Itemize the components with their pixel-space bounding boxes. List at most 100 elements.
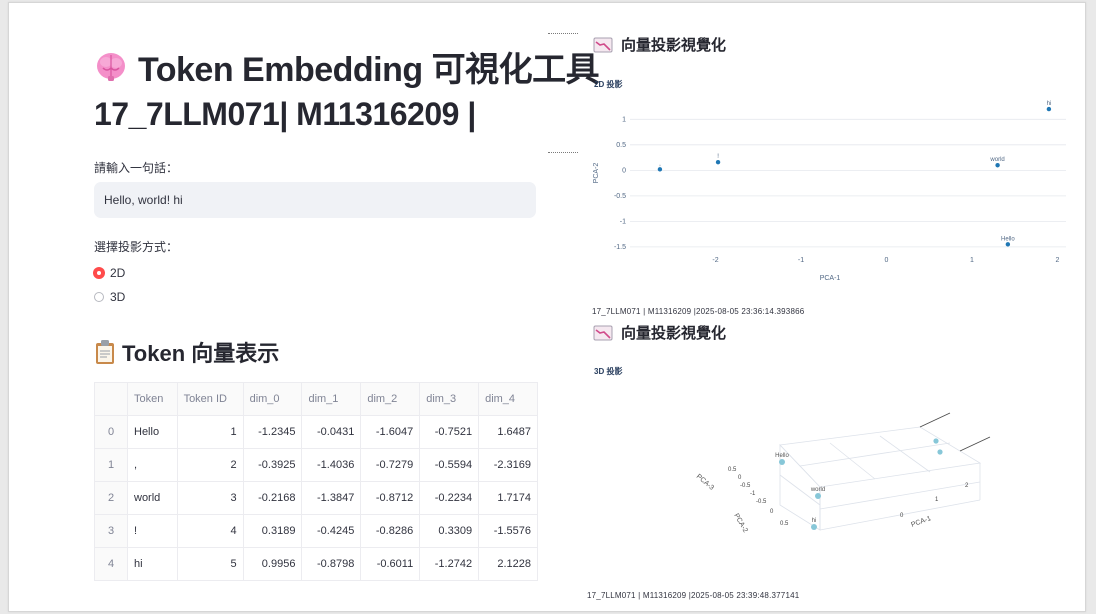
cell-dim1: -0.4245 (301, 514, 362, 548)
col-header-dim0[interactable]: dim_0 (242, 382, 303, 416)
x-tick-label: 2 (1055, 257, 1059, 264)
viz2-header: 向量投影視覺化 (593, 322, 726, 343)
cell-dim2: -0.8286 (360, 514, 421, 548)
cell-token: , (127, 448, 178, 482)
x-axis-label: PCA-1 (820, 275, 841, 282)
cell-token: world (127, 481, 178, 515)
chart-title-3d: 3D 投影 (594, 367, 623, 376)
cell-dim1: -0.8798 (301, 547, 362, 581)
tick-label: 0.5 (780, 521, 789, 527)
col-header-dim4[interactable]: dim_4 (478, 382, 538, 416)
cell-token-id: 2 (176, 448, 244, 482)
cell-dim2: -1.6047 (360, 415, 421, 449)
data-point (657, 167, 663, 172)
cell-token: Hello (127, 415, 178, 449)
x-tick-label: 0 (885, 257, 889, 264)
cell-dim0: -0.3925 (242, 448, 303, 482)
col-header-dim3[interactable]: dim_3 (419, 382, 480, 416)
3d-tick-labels: 0.5 0 -0.5 -1 -0.5 0 0.5 0 1 2 (728, 467, 969, 527)
table-row: 4 hi 5 0.9956 -0.8798 -0.6011 -1.2742 2.… (94, 547, 538, 581)
cell-dim0: -1.2345 (242, 415, 303, 449)
cell-dim3: -1.2742 (419, 547, 480, 581)
y-tick-label: 1 (622, 116, 626, 123)
col-header-dim2[interactable]: dim_2 (360, 382, 421, 416)
table-row: 3 ! 4 0.3189 -0.4245 -0.8286 0.3309 -1.5… (94, 514, 538, 548)
col-header-token-id[interactable]: Token ID (176, 382, 244, 416)
radio-selected-indicator[interactable] (94, 268, 104, 278)
column-divider-dots (548, 152, 578, 153)
tick-label: -0.5 (756, 499, 767, 505)
x-tick-label: 1 (970, 257, 974, 264)
y-tick-label: 0.5 (616, 142, 626, 149)
3d-axes (919, 412, 991, 452)
chart-icon (593, 37, 613, 52)
table-section-title: Token 向量表示 (122, 341, 280, 366)
cell-dim2: -0.8712 (360, 481, 421, 515)
cell-dim3: -0.5594 (419, 448, 480, 482)
y-tick-label: 0 (622, 167, 626, 174)
col-header-index[interactable] (94, 382, 128, 416)
viz1-caption: 17_7LLM071 | M11316209 |2025-08-05 23:36… (592, 307, 805, 316)
radio-option-3d[interactable]: 3D (94, 290, 125, 304)
y-tick-label: -0.5 (614, 193, 626, 200)
point-label-3d: Hello (775, 453, 789, 459)
data-point (995, 163, 1000, 168)
point-label: ! (717, 154, 719, 160)
cell-dim1: -1.3847 (301, 481, 362, 515)
viz1-header: 向量投影視覺化 (593, 34, 726, 55)
y-axis-label-3d: PCA-2 (732, 513, 748, 534)
table-section-header: Token 向量表示 (94, 336, 279, 368)
x-axis-label-3d: PCA-1 (910, 515, 932, 529)
col-header-token[interactable]: Token (127, 382, 178, 416)
cell-dim4: 2.1228 (478, 547, 538, 581)
cell-dim4: -2.3169 (478, 448, 538, 482)
data-point (1005, 242, 1011, 247)
z-axis-label-3d: PCA-3 (695, 473, 715, 492)
cell-token-id: 3 (176, 481, 244, 515)
cell-token-id: 1 (176, 415, 244, 449)
tick-label: 0.5 (728, 467, 737, 473)
scatter-chart-3d[interactable]: 0.5 0 -0.5 -1 -0.5 0 0.5 0 1 2 Hello worl… (680, 405, 1000, 545)
scatter-chart-2d[interactable]: -1.5 -1 -0.5 0 0.5 1 -2 -1 0 1 2 PCA-1 PCA-2 ,! world H… (588, 96, 1078, 286)
sentence-input[interactable]: Hello, world! hi (94, 182, 536, 218)
radio-label-2d: 2D (110, 266, 126, 280)
data-point (1046, 106, 1052, 112)
point-label: world (989, 157, 1004, 163)
row-index: 1 (94, 448, 128, 482)
point-label: hi (1047, 101, 1052, 107)
data-point-3d (933, 438, 939, 444)
point-label: , (659, 161, 661, 167)
cell-dim1: -0.0431 (301, 415, 362, 449)
page-subtitle: 17_7LLM071| M11316209 | (94, 96, 476, 132)
row-index: 4 (94, 547, 128, 581)
row-index: 2 (94, 481, 128, 515)
cell-dim0: -0.2168 (242, 481, 303, 515)
point-label: Hello (1001, 236, 1015, 242)
tick-label: -0.5 (740, 483, 751, 489)
radio-label-3d: 3D (110, 290, 126, 304)
col-header-dim1[interactable]: dim_1 (301, 382, 362, 416)
point-label-3d: world (810, 487, 825, 493)
viz1-title: 向量投影視覺化 (621, 37, 727, 54)
cell-token-id: 4 (176, 514, 244, 548)
radio-option-2d[interactable]: 2D (94, 266, 125, 280)
radio-unselected-indicator[interactable] (94, 292, 104, 302)
cell-token: hi (127, 547, 178, 581)
cell-dim3: -0.7521 (419, 415, 480, 449)
brain-icon (97, 52, 125, 81)
table-row: 2 world 3 -0.2168 -1.3847 -0.8712 -0.223… (94, 481, 538, 515)
row-index: 0 (94, 415, 128, 449)
y-tick-label: -1.5 (614, 244, 626, 251)
data-point-3d (937, 449, 943, 455)
tick-label: -1 (750, 491, 756, 497)
cell-token: ! (127, 514, 178, 548)
token-table: Token Token ID dim_0 dim_1 dim_2 dim_3 d… (94, 382, 538, 581)
cell-dim2: -0.6011 (360, 547, 421, 581)
tick-label: 0 (738, 475, 742, 481)
table-row: 1 , 2 -0.3925 -1.4036 -0.7279 -0.5594 -2… (94, 448, 538, 482)
projection-label: 選擇投影方式： (94, 240, 179, 254)
x-tick-label: -2 (712, 257, 718, 264)
column-divider-dots (548, 33, 578, 34)
cell-dim4: 1.6487 (478, 415, 538, 449)
cell-dim2: -0.7279 (360, 448, 421, 482)
